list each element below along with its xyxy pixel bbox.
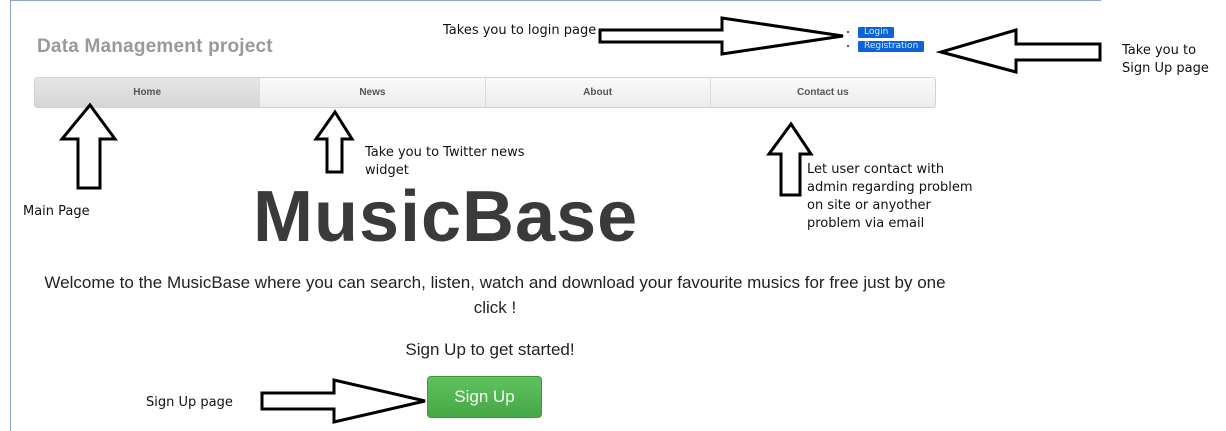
arrow-up-icon — [313, 109, 355, 174]
annotation-arrows — [58, 16, 1102, 424]
arrow-up-icon — [58, 102, 118, 190]
arrow-up-icon — [766, 121, 814, 197]
arrow-right-icon — [260, 378, 426, 424]
arrow-left-icon — [935, 27, 1102, 74]
arrow-right-icon — [598, 16, 844, 56]
